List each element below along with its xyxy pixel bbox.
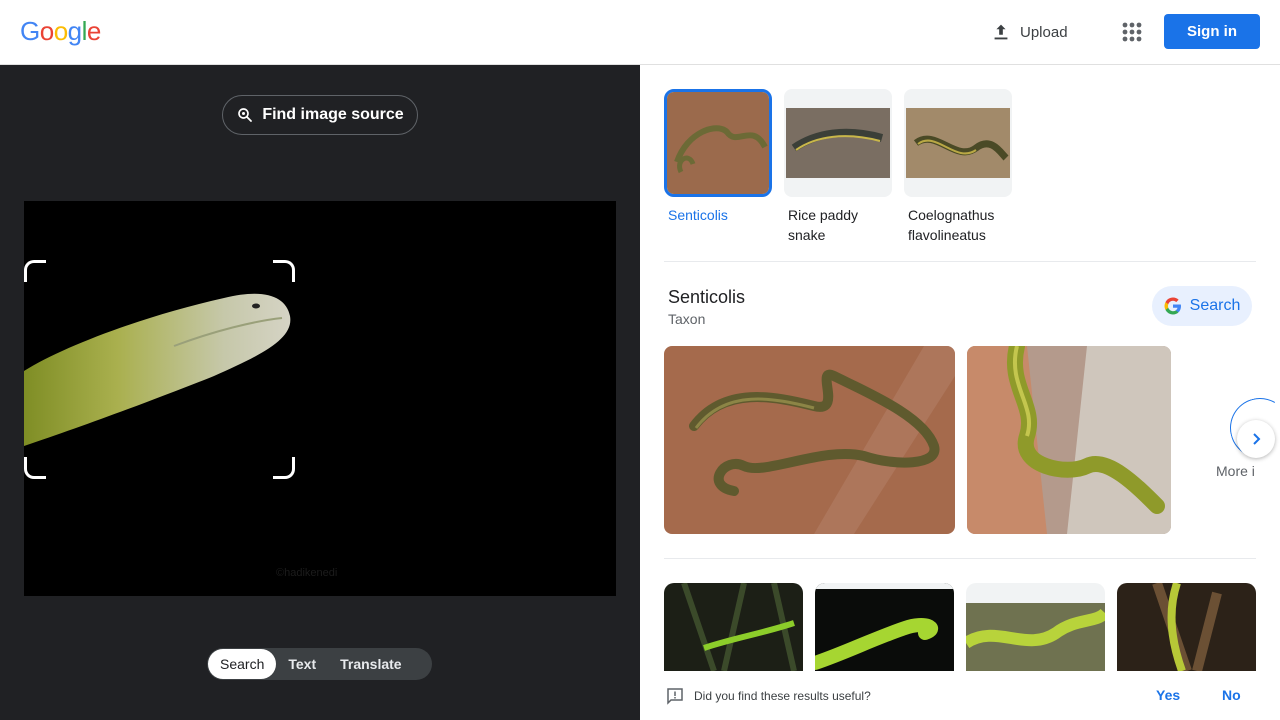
snake-photo bbox=[664, 346, 955, 534]
snake-thumbnail-image bbox=[906, 108, 1010, 178]
logo-letter-g2: g bbox=[67, 16, 82, 46]
feedback-question: Did you find these results useful? bbox=[694, 689, 871, 703]
find-image-source-label: Find image source bbox=[262, 106, 404, 123]
apps-grid-button[interactable] bbox=[1118, 18, 1146, 46]
divider bbox=[664, 558, 1256, 559]
header: Google Upload Sign in bbox=[0, 0, 1280, 65]
match-chips: Senticolis Rice paddy snake Coelognathus… bbox=[664, 89, 1012, 245]
match-label: Senticolis bbox=[668, 207, 728, 223]
entity-search-button[interactable]: Search bbox=[1152, 286, 1252, 326]
entity-title[interactable]: Senticolis bbox=[668, 287, 745, 308]
match-thumbnail bbox=[904, 89, 1012, 197]
google-logo[interactable]: Google bbox=[20, 16, 101, 47]
tab-text[interactable]: Text bbox=[276, 649, 328, 679]
match-thumbnail bbox=[784, 89, 892, 197]
crop-handle-bottom-left[interactable] bbox=[24, 457, 46, 479]
chevron-right-icon bbox=[1253, 433, 1261, 445]
feedback-yes-button[interactable]: Yes bbox=[1156, 687, 1180, 703]
match-senticolis[interactable]: Senticolis bbox=[664, 89, 772, 245]
crop-handle-top-right[interactable] bbox=[273, 260, 295, 282]
match-label: Coelognathus flavolineatus bbox=[908, 207, 995, 243]
upload-label: Upload bbox=[1020, 23, 1068, 41]
snake-photo bbox=[967, 346, 1171, 534]
more-images-link[interactable]: More i bbox=[1216, 463, 1255, 479]
query-image[interactable]: ©hadikenedi bbox=[24, 201, 616, 596]
feedback-icon bbox=[667, 688, 683, 705]
sign-in-button[interactable]: Sign in bbox=[1164, 14, 1260, 49]
visual-matches-grid bbox=[664, 583, 1256, 671]
entity-image[interactable] bbox=[664, 346, 955, 534]
snake-thumbnail-image bbox=[786, 108, 890, 178]
logo-letter-g: G bbox=[20, 16, 40, 46]
visual-match-image[interactable] bbox=[815, 583, 954, 671]
crop-handle-top-left[interactable] bbox=[24, 260, 46, 282]
tab-translate[interactable]: Translate bbox=[328, 649, 413, 679]
upload-button[interactable]: Upload bbox=[990, 17, 1068, 47]
snake-photo bbox=[966, 583, 1105, 671]
snake-photo bbox=[664, 583, 803, 671]
entity-image-strip bbox=[664, 346, 1171, 534]
results-panel: Senticolis Rice paddy snake Coelognathus… bbox=[640, 65, 1280, 720]
logo-letter-o1: o bbox=[39, 16, 54, 46]
match-label: Rice paddy snake bbox=[788, 207, 859, 243]
query-image-panel: Find image source ©hadikenedi Search Tex… bbox=[0, 65, 640, 720]
entity-subtitle: Taxon bbox=[668, 311, 706, 327]
match-coelognathus[interactable]: Coelognathus flavolineatus bbox=[904, 89, 1012, 245]
google-g-icon bbox=[1164, 297, 1181, 315]
visual-match-image[interactable] bbox=[966, 583, 1105, 671]
snake-head-image bbox=[24, 293, 291, 446]
snake-photo bbox=[1117, 583, 1256, 671]
image-watermark: ©hadikenedi bbox=[276, 567, 338, 579]
entity-image[interactable] bbox=[967, 346, 1171, 534]
feedback-bar: Did you find these results useful? Yes N… bbox=[640, 671, 1280, 720]
match-thumbnail bbox=[664, 89, 772, 197]
lens-search-icon bbox=[238, 108, 253, 122]
entity-search-label: Search bbox=[1189, 297, 1241, 314]
feedback-no-button[interactable]: No bbox=[1222, 687, 1241, 703]
crop-handle-bottom-right[interactable] bbox=[273, 457, 295, 479]
next-images-button[interactable] bbox=[1237, 420, 1275, 458]
match-rice-paddy-snake[interactable]: Rice paddy snake bbox=[784, 89, 892, 245]
logo-letter-e: e bbox=[86, 16, 101, 46]
snake-thumbnail-image bbox=[667, 92, 769, 194]
find-image-source-button[interactable]: Find image source bbox=[222, 95, 418, 135]
snake-photo bbox=[815, 583, 954, 671]
logo-letter-o2: o bbox=[53, 16, 68, 46]
divider bbox=[664, 261, 1256, 262]
upload-icon bbox=[994, 24, 1008, 40]
tab-search[interactable]: Search bbox=[208, 649, 277, 679]
visual-match-image[interactable] bbox=[1117, 583, 1256, 671]
mode-tabs: Search Text Translate bbox=[207, 648, 432, 680]
apps-grid-icon bbox=[1122, 22, 1142, 42]
visual-match-image[interactable] bbox=[664, 583, 803, 671]
